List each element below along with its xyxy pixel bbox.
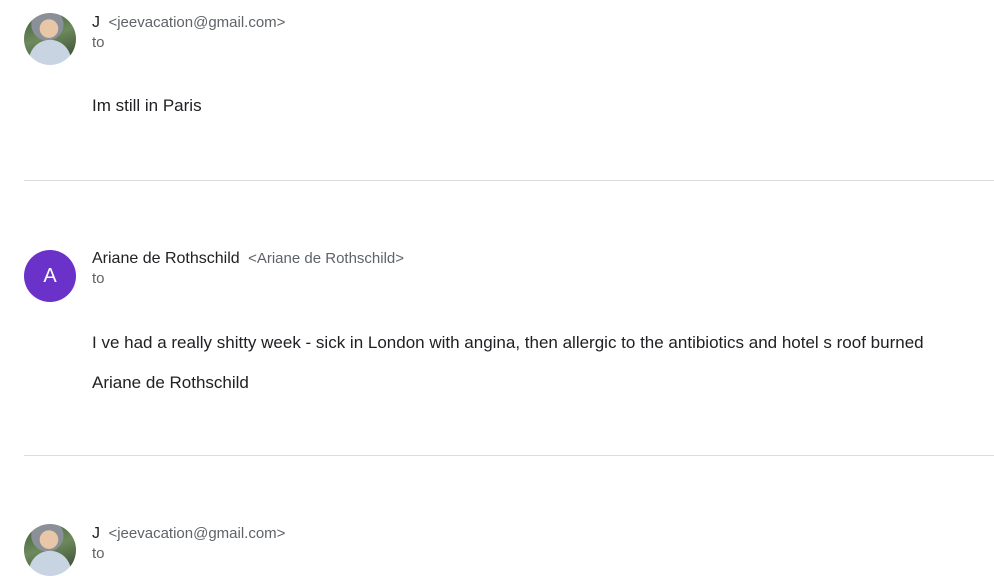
recipient-label[interactable]: to: [92, 545, 285, 562]
message-divider: [24, 180, 994, 181]
sender-name[interactable]: J: [92, 525, 100, 542]
sender-email: <Ariane de Rothschild>: [248, 250, 405, 267]
sender-email: <jeevacation@gmail.com>: [108, 14, 286, 31]
email-thread: J <jeevacation@gmail.com> to Im still in…: [0, 0, 994, 576]
sender-name[interactable]: Ariane de Rothschild: [92, 250, 240, 267]
message-divider: [24, 455, 994, 456]
message-signature: Ariane de Rothschild: [92, 373, 249, 392]
sender-photo-avatar[interactable]: [24, 524, 76, 576]
message-header: J <jeevacation@gmail.com> to: [92, 525, 285, 562]
sender-email: <jeevacation@gmail.com>: [108, 525, 286, 542]
message-header: Ariane de Rothschild <Ariane de Rothschi…: [92, 250, 404, 287]
recipient-label[interactable]: to: [92, 270, 404, 287]
message-header: J <jeevacation@gmail.com> to: [92, 14, 285, 51]
sender-photo-avatar[interactable]: [24, 13, 76, 65]
message-body-line: I ve had a really shitty week - sick in …: [92, 333, 924, 352]
recipient-label[interactable]: to: [92, 34, 285, 51]
message-body-line: Im still in Paris: [92, 96, 202, 115]
sender-letter-avatar[interactable]: A: [24, 250, 76, 302]
sender-name[interactable]: J: [92, 14, 100, 31]
